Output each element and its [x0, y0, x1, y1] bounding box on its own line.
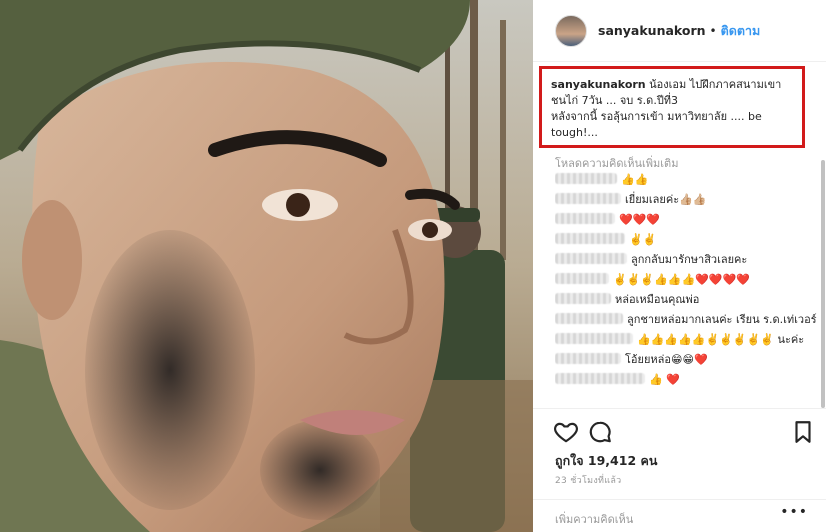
follow-button[interactable]: ติดตาม: [721, 21, 761, 41]
scrollbar-thumb[interactable]: [821, 160, 825, 408]
add-comment-bar: เพิ่มความคิดเห็น •••: [533, 499, 826, 531]
comment-text: โอ้ยยหล่อ😁😁❤️: [625, 353, 708, 366]
comment-text: ลูกกลับมารักษาสิวเลยคะ: [631, 253, 748, 266]
blurred-username[interactable]: [555, 353, 621, 364]
blurred-username[interactable]: [555, 233, 625, 244]
caption-text-line2: หลังจากนี้ รอลุ้นการเข้า มหาวิทยาลัย ...…: [551, 110, 762, 139]
comment-text: ลูกชายหล่อมากเลนค่ะ เรียน ร.ด.เท่เวอร์: [627, 313, 817, 326]
comment: หล่อเหมือนคุณพ่อ: [555, 292, 823, 308]
header-separator: •: [709, 23, 717, 38]
comment: โอ้ยยหล่อ😁😁❤️: [555, 352, 823, 368]
load-more-comments-link[interactable]: โหลดความคิดเห็นเพิ่มเติม: [555, 154, 678, 172]
blurred-username[interactable]: [555, 213, 615, 224]
more-options-button[interactable]: •••: [780, 504, 808, 520]
bookmark-icon[interactable]: [790, 419, 816, 445]
comment: 👍👍: [555, 172, 823, 188]
comment: 👍 ❤️: [555, 372, 823, 388]
blurred-username[interactable]: [555, 333, 633, 344]
post-photo: [0, 0, 533, 532]
instagram-post: sanyakunakorn • ติดตาม sanyakunakorn น้อ…: [0, 0, 826, 532]
blurred-username[interactable]: [555, 173, 617, 184]
comment-text: 👍👍👍👍👍✌️✌️✌️✌️✌️ นะค่ะ: [637, 333, 805, 346]
comment-text: ✌️✌️✌️👍👍👍❤️❤️❤️❤️: [613, 273, 750, 286]
avatar[interactable]: [555, 14, 587, 47]
comment: ลูกกลับมารักษาสิวเลยคะ: [555, 252, 823, 268]
blurred-username[interactable]: [555, 273, 609, 284]
post-side-panel: sanyakunakorn • ติดตาม sanyakunakorn น้อ…: [533, 0, 826, 532]
likes-count[interactable]: ถูกใจ 19,412 คน: [555, 451, 657, 471]
comment: ลูกชายหล่อมากเลนค่ะ เรียน ร.ด.เท่เวอร์: [555, 312, 823, 328]
comment-list: 👍👍 เยี่ยมเลยค่ะ👍🏼👍🏼 ❤️❤️❤️ ✌️✌️ ลูกกลับม…: [555, 172, 823, 408]
comment: เยี่ยมเลยค่ะ👍🏼👍🏼: [555, 192, 823, 208]
comment-text: ❤️❤️❤️: [619, 213, 661, 226]
blurred-username[interactable]: [555, 193, 621, 204]
caption-username[interactable]: sanyakunakorn: [551, 78, 646, 91]
header-username[interactable]: sanyakunakorn: [598, 23, 706, 38]
comment: ✌️✌️✌️👍👍👍❤️❤️❤️❤️: [555, 272, 823, 288]
comment-icon[interactable]: [587, 419, 613, 445]
comment-text: ✌️✌️: [629, 233, 657, 246]
comment-text: เยี่ยมเลยค่ะ👍🏼👍🏼: [625, 193, 707, 206]
comment-text: หล่อเหมือนคุณพ่อ: [615, 293, 700, 306]
blurred-username[interactable]: [555, 293, 611, 304]
comment: ✌️✌️: [555, 232, 823, 248]
add-comment-input[interactable]: เพิ่มความคิดเห็น: [555, 510, 633, 528]
comments-scrollbar[interactable]: [820, 160, 826, 410]
post-timestamp[interactable]: 23 ชั่วโมงที่แล้ว: [555, 473, 622, 487]
blurred-username[interactable]: [555, 313, 623, 324]
heart-icon[interactable]: [553, 419, 579, 445]
comment: 👍👍👍👍👍✌️✌️✌️✌️✌️ นะค่ะ: [555, 332, 823, 348]
blurred-username[interactable]: [555, 373, 645, 384]
comment-text: 👍👍: [621, 173, 649, 186]
portrait-photo: [0, 0, 533, 532]
comment-text: 👍 ❤️: [649, 373, 680, 386]
post-header: sanyakunakorn • ติดตาม: [533, 0, 826, 62]
post-actions: ถูกใจ 19,412 คน 23 ชั่วโมงที่แล้ว เพิ่มค…: [533, 408, 826, 528]
blurred-username[interactable]: [555, 253, 627, 264]
comment: ❤️❤️❤️: [555, 212, 823, 228]
caption-highlight: sanyakunakorn น้องเอม ไปฝึกภาคสนามเขาชนไ…: [539, 66, 805, 148]
